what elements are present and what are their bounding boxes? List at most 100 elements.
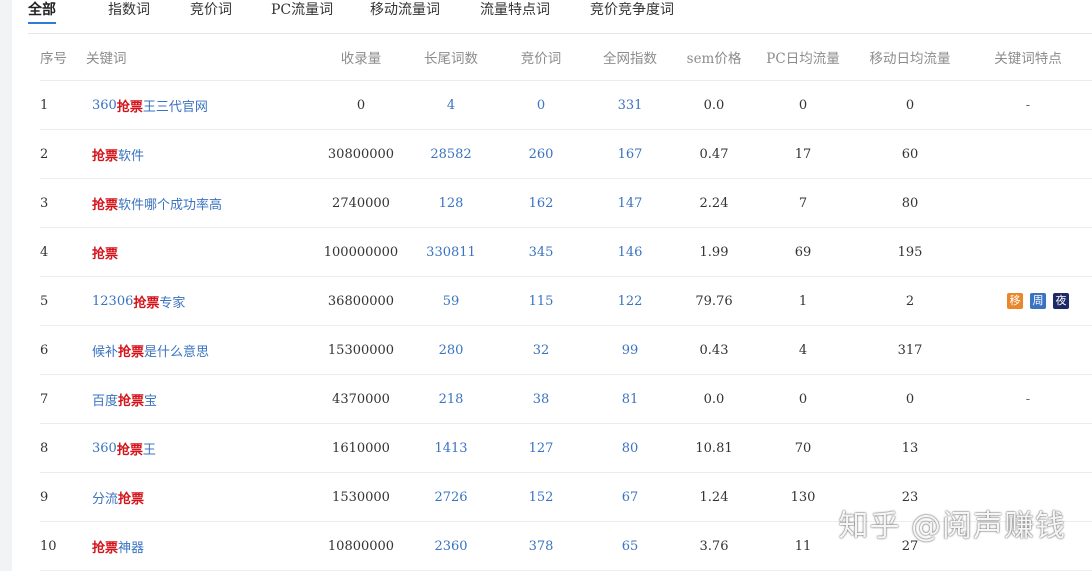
tab-4[interactable]: 移动流量词 [370, 0, 440, 22]
cell-network-index[interactable]: 147 [586, 179, 674, 227]
keyword-text: 王三代官网 [142, 99, 208, 115]
cell-sem-price: 3.76 [699, 538, 729, 554]
keyword-link[interactable]: 12306 抢票 专家 [92, 277, 322, 325]
keyword-text: 360 [92, 97, 117, 113]
keyword-link[interactable]: 候补 抢票 是什么意思 [92, 326, 322, 374]
keyword-text: 360 [92, 440, 117, 456]
cell-bid-words[interactable]: 345 [496, 228, 586, 276]
keyword-link[interactable]: 360 抢票 王三代官网 [92, 81, 322, 129]
cell-indexed-count: 1530000 [332, 489, 390, 505]
cell-bid-words[interactable]: 115 [496, 277, 586, 325]
cell-network-index[interactable]: 65 [586, 522, 674, 570]
header-longtail-count[interactable]: 长尾词数 [406, 34, 496, 80]
tab-6[interactable]: 竞价竞争度词 [590, 0, 674, 22]
table-row: 4 抢票 100000000 330811 345 146 1.99 69 195 [40, 228, 1092, 277]
header-index: 序号 [40, 51, 67, 67]
cell-longtail-count[interactable]: 2726 [406, 473, 496, 521]
row-index: 6 [40, 342, 49, 358]
keyword-text: 神器 [118, 540, 145, 556]
tab-3[interactable]: PC流量词 [271, 0, 333, 22]
cell-bid-words[interactable]: 162 [496, 179, 586, 227]
cell-longtail-count[interactable]: 28582 [406, 130, 496, 178]
cell-keyword-features [978, 228, 1078, 276]
header-network-index[interactable]: 全网指数 [586, 34, 674, 80]
tab-0[interactable]: 全部 [28, 0, 56, 24]
keyword-link[interactable]: 360 抢票王 [92, 424, 322, 472]
tab-5[interactable]: 流量特点词 [480, 0, 550, 22]
cell-mobile-daily-traffic: 60 [901, 146, 919, 162]
keyword-highlight: 抢票 [133, 295, 160, 311]
header-indexed-count[interactable]: 收录量 [318, 34, 404, 80]
cell-indexed-count: 30800000 [327, 146, 395, 162]
cell-network-index[interactable]: 80 [586, 424, 674, 472]
table-header: 序号 关键词 收录量 长尾词数 竞价词 全网指数 sem价格 PC日均流量 移动… [40, 34, 1092, 81]
cell-longtail-count[interactable]: 330811 [406, 228, 496, 276]
row-index: 5 [40, 293, 49, 309]
keyword-text: 分流 [92, 491, 119, 507]
cell-sem-price: 79.76 [695, 293, 733, 309]
cell-sem-price: 0.47 [699, 146, 729, 162]
keyword-link[interactable]: 百度 抢票宝 [92, 375, 322, 423]
header-mobile-daily-traffic[interactable]: 移动日均流量 [852, 34, 968, 80]
watermark: 知乎 @阅声赚钱 [838, 509, 1066, 544]
cell-bid-words[interactable]: 0 [496, 81, 586, 129]
row-index: 10 [40, 538, 57, 554]
row-index: 8 [40, 440, 49, 456]
cell-longtail-count[interactable]: 2360 [406, 522, 496, 570]
cell-indexed-count: 36800000 [327, 293, 395, 309]
cell-keyword-features: - [978, 81, 1078, 129]
keyword-link[interactable]: 抢票 软件哪个成功率高 [92, 179, 322, 227]
keyword-highlight: 抢票 [118, 344, 145, 360]
tab-2[interactable]: 竞价词 [190, 0, 232, 22]
feature-text: - [1025, 97, 1031, 113]
cell-indexed-count: 0 [356, 97, 366, 113]
cell-network-index[interactable]: 167 [586, 130, 674, 178]
keyword-text: 软件哪个成功率高 [118, 197, 223, 213]
cell-mobile-daily-traffic: 80 [901, 195, 919, 211]
keyword-highlight: 抢票 [92, 148, 119, 164]
left-gutter [0, 0, 12, 571]
cell-longtail-count[interactable]: 1413 [406, 424, 496, 472]
cell-network-index[interactable]: 146 [586, 228, 674, 276]
cell-longtail-count[interactable]: 59 [406, 277, 496, 325]
keyword-link[interactable]: 抢票 神器 [92, 522, 322, 570]
cell-bid-words[interactable]: 127 [496, 424, 586, 472]
cell-bid-words[interactable]: 38 [496, 375, 586, 423]
cell-longtail-count[interactable]: 218 [406, 375, 496, 423]
row-index: 2 [40, 146, 49, 162]
cell-bid-words[interactable]: 32 [496, 326, 586, 374]
cell-bid-words[interactable]: 260 [496, 130, 586, 178]
cell-longtail-count[interactable]: 128 [406, 179, 496, 227]
keyword-link[interactable]: 分流 抢票 [92, 473, 322, 521]
cell-sem-price: 10.81 [695, 440, 733, 456]
keyword-link[interactable]: 抢票 [92, 228, 322, 276]
cell-bid-words[interactable]: 152 [496, 473, 586, 521]
row-index: 1 [40, 97, 49, 113]
cell-network-index[interactable]: 67 [586, 473, 674, 521]
keyword-table: 序号 关键词 收录量 长尾词数 竞价词 全网指数 sem价格 PC日均流量 移动… [40, 34, 1092, 571]
keyword-highlight: 抢票 [92, 246, 119, 262]
cell-network-index[interactable]: 99 [586, 326, 674, 374]
header-sem-price[interactable]: sem价格 [674, 34, 754, 80]
keyword-text: 软件 [118, 148, 145, 164]
keyword-link[interactable]: 抢票 软件 [92, 130, 322, 178]
cell-longtail-count[interactable]: 4 [406, 81, 496, 129]
keyword-highlight: 抢票 [116, 442, 143, 458]
cell-keyword-features [978, 130, 1078, 178]
cell-sem-price: 1.24 [699, 489, 729, 505]
header-bid-words[interactable]: 竞价词 [496, 34, 586, 80]
cell-network-index[interactable]: 122 [586, 277, 674, 325]
cell-network-index[interactable]: 331 [586, 81, 674, 129]
tab-1[interactable]: 指数词 [108, 0, 150, 22]
cell-sem-price: 1.99 [699, 244, 729, 260]
header-pc-daily-traffic[interactable]: PC日均流量 [754, 34, 852, 80]
cell-pc-daily-traffic: 69 [794, 244, 812, 260]
filter-tabs: 全部 指数词 竞价词 PC流量词 移动流量词 流量特点词 竞价竞争度词 [28, 0, 1092, 34]
cell-network-index[interactable]: 81 [586, 375, 674, 423]
cell-mobile-daily-traffic: 195 [897, 244, 923, 260]
keyword-text: 王 [142, 442, 156, 458]
cell-longtail-count[interactable]: 280 [406, 326, 496, 374]
cell-bid-words[interactable]: 378 [496, 522, 586, 570]
feature-badges: 移周夜 [1007, 293, 1069, 309]
cell-keyword-features: 移周夜 [978, 277, 1078, 325]
